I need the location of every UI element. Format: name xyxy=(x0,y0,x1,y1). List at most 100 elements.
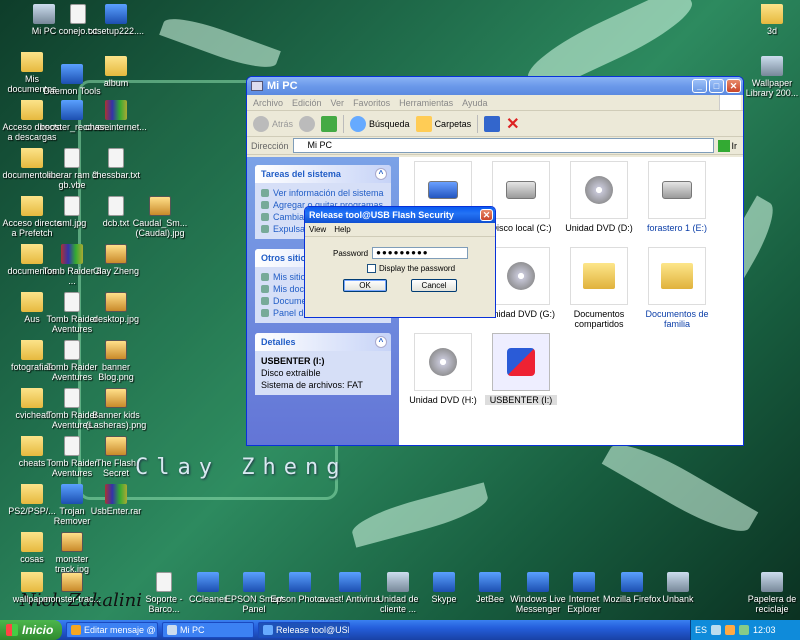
language-indicator[interactable]: ES xyxy=(695,625,707,635)
views-button[interactable] xyxy=(484,115,501,132)
delete-button[interactable]: ✕ xyxy=(506,114,519,134)
desktop-icon[interactable]: Wallpaper Library 200... xyxy=(740,56,800,98)
usb-icon xyxy=(507,348,535,376)
maximize-button[interactable]: □ xyxy=(709,79,724,93)
go-arrow-icon xyxy=(717,139,730,152)
folders-button[interactable]: Carpetas xyxy=(415,115,472,132)
bamboo-leaf xyxy=(348,482,492,548)
img-icon xyxy=(105,292,127,312)
sys-icon xyxy=(761,56,783,76)
network-tray-icon[interactable] xyxy=(711,625,722,635)
dialog-close-button[interactable]: ✕ xyxy=(480,209,493,221)
drive-item[interactable]: Documentos de familia xyxy=(641,247,713,329)
img-icon xyxy=(105,436,127,456)
taskbar-button-firefox[interactable]: Editar mensaje @ ElO... xyxy=(66,622,158,638)
checkbox-box[interactable] xyxy=(367,264,376,273)
password-input[interactable]: ●●●●●●●●● xyxy=(372,247,469,259)
address-input[interactable]: Mi PC xyxy=(292,138,714,153)
back-button[interactable]: Atrás xyxy=(253,115,293,132)
drive-item[interactable]: USBENTER (I:) xyxy=(485,333,557,405)
drive-item[interactable]: Documentos compartidos xyxy=(563,247,635,329)
taskbar-button-release-tool[interactable]: Release tool@USB Fl... xyxy=(258,622,350,638)
dialog-titlebar[interactable]: Release tool@USB Flash Security ✕ xyxy=(305,207,495,223)
collapse-chevron-icon[interactable]: ^ xyxy=(375,336,387,348)
desktop-icon[interactable]: The Flash Secret xyxy=(84,436,148,478)
minimize-button[interactable]: _ xyxy=(692,79,707,93)
start-button[interactable]: Inicio xyxy=(0,620,62,640)
drive-icon-box xyxy=(414,333,472,391)
cancel-button[interactable]: Cancel xyxy=(411,279,457,292)
drive-item[interactable]: forastero 1 (E:) xyxy=(641,161,713,233)
desktop-icon[interactable]: monster-trac... xyxy=(40,572,104,604)
go-button[interactable]: Ir xyxy=(717,139,744,152)
menu-ayuda[interactable]: Ayuda xyxy=(462,98,487,108)
desktop-icon[interactable]: UsbEnter.rar xyxy=(84,484,148,516)
desktop-icon-label: 3d xyxy=(766,26,777,36)
exe-icon xyxy=(61,100,83,120)
file-icon xyxy=(108,148,124,168)
folder-icon xyxy=(761,4,783,24)
dialog-menu-view[interactable]: View xyxy=(309,225,326,234)
up-folder-icon xyxy=(321,115,338,132)
usb-release-dialog[interactable]: Release tool@USB Flash Security ✕ View H… xyxy=(304,206,496,318)
desktop-icon-label: album xyxy=(103,78,129,88)
desktop-icon[interactable]: Papelera de reciclaje xyxy=(740,572,800,614)
drive-icon-box xyxy=(492,161,550,219)
forward-button[interactable] xyxy=(299,115,316,132)
system-tray: ES 12:03 xyxy=(690,620,800,640)
exe-icon xyxy=(197,572,219,592)
folders-label: Carpetas xyxy=(434,118,472,129)
menu-ver[interactable]: Ver xyxy=(331,98,345,108)
file-icon xyxy=(64,196,80,216)
details-header[interactable]: Detalles ^ xyxy=(255,333,391,351)
desktop-icon[interactable]: Banner kids (Lasheras).png xyxy=(84,388,148,430)
explorer-titlebar[interactable]: Mi PC _ □ ✕ xyxy=(247,77,743,95)
drive-item[interactable]: Unidad DVD (D:) xyxy=(563,161,635,233)
rar-icon xyxy=(105,484,127,504)
ok-button[interactable]: OK xyxy=(343,279,387,292)
system-tasks-header[interactable]: Tareas del sistema ^ xyxy=(255,165,391,183)
menu-archivo[interactable]: Archivo xyxy=(253,98,283,108)
network-icon xyxy=(261,273,269,281)
desktop-icon[interactable]: Clay Zheng xyxy=(84,244,148,276)
folder-icon xyxy=(661,263,693,289)
desktop-icon-label: Papelera de reciclaje xyxy=(747,594,797,614)
taskbar-button-mi-pc[interactable]: Mi PC xyxy=(162,622,254,638)
antivirus-tray-icon[interactable] xyxy=(725,625,736,635)
drive-item[interactable]: Unidad DVD (H:) xyxy=(407,333,479,405)
bamboo-leaf xyxy=(159,10,281,76)
desktop-icon[interactable]: desktop.jpg xyxy=(84,292,148,324)
drive-icon-box xyxy=(648,161,706,219)
exe-icon xyxy=(527,572,549,592)
dvd-icon xyxy=(429,348,457,376)
desktop-icon[interactable]: album xyxy=(84,56,148,88)
up-button[interactable] xyxy=(321,115,338,132)
desktop-icon[interactable]: chaseinternet... xyxy=(84,100,148,132)
taskbar-button-label: Editar mensaje @ ElO... xyxy=(84,625,157,635)
desktop-icon[interactable]: chessbar.txt xyxy=(84,148,148,180)
desktop-icon[interactable]: Caudal_Sm... (Caudal).jpg xyxy=(128,196,192,238)
img-icon xyxy=(149,196,171,216)
sys-icon xyxy=(761,572,783,592)
menu-herramientas[interactable]: Herramientas xyxy=(399,98,453,108)
collapse-chevron-icon[interactable]: ^ xyxy=(375,168,387,180)
desktop-icon[interactable]: banner Blog.png xyxy=(84,340,148,382)
desktop-icon[interactable]: 3d xyxy=(740,4,800,36)
close-button[interactable]: ✕ xyxy=(726,79,741,93)
display-password-checkbox[interactable]: Display the password xyxy=(305,264,495,273)
dialog-menu-help[interactable]: Help xyxy=(334,225,350,234)
volume-tray-icon[interactable] xyxy=(739,625,750,635)
search-button[interactable]: Búsqueda xyxy=(350,115,410,132)
dvd-icon xyxy=(507,262,535,290)
wallpaper-branding: Clay Zheng xyxy=(135,455,348,480)
desktop-icon[interactable]: Unbank xyxy=(646,572,710,604)
file-icon xyxy=(64,292,80,312)
task-view-system-info[interactable]: Ver información del sistema xyxy=(261,187,385,199)
display-password-label: Display the password xyxy=(379,264,456,273)
explorer-title: Mi PC xyxy=(267,80,298,92)
exe-icon xyxy=(621,572,643,592)
menu-edicion[interactable]: Edición xyxy=(292,98,322,108)
desktop-icon[interactable]: ccsetup222.... xyxy=(84,4,148,36)
desktop-icon[interactable]: monster track.jpg xyxy=(40,532,104,574)
menu-favoritos[interactable]: Favoritos xyxy=(353,98,390,108)
